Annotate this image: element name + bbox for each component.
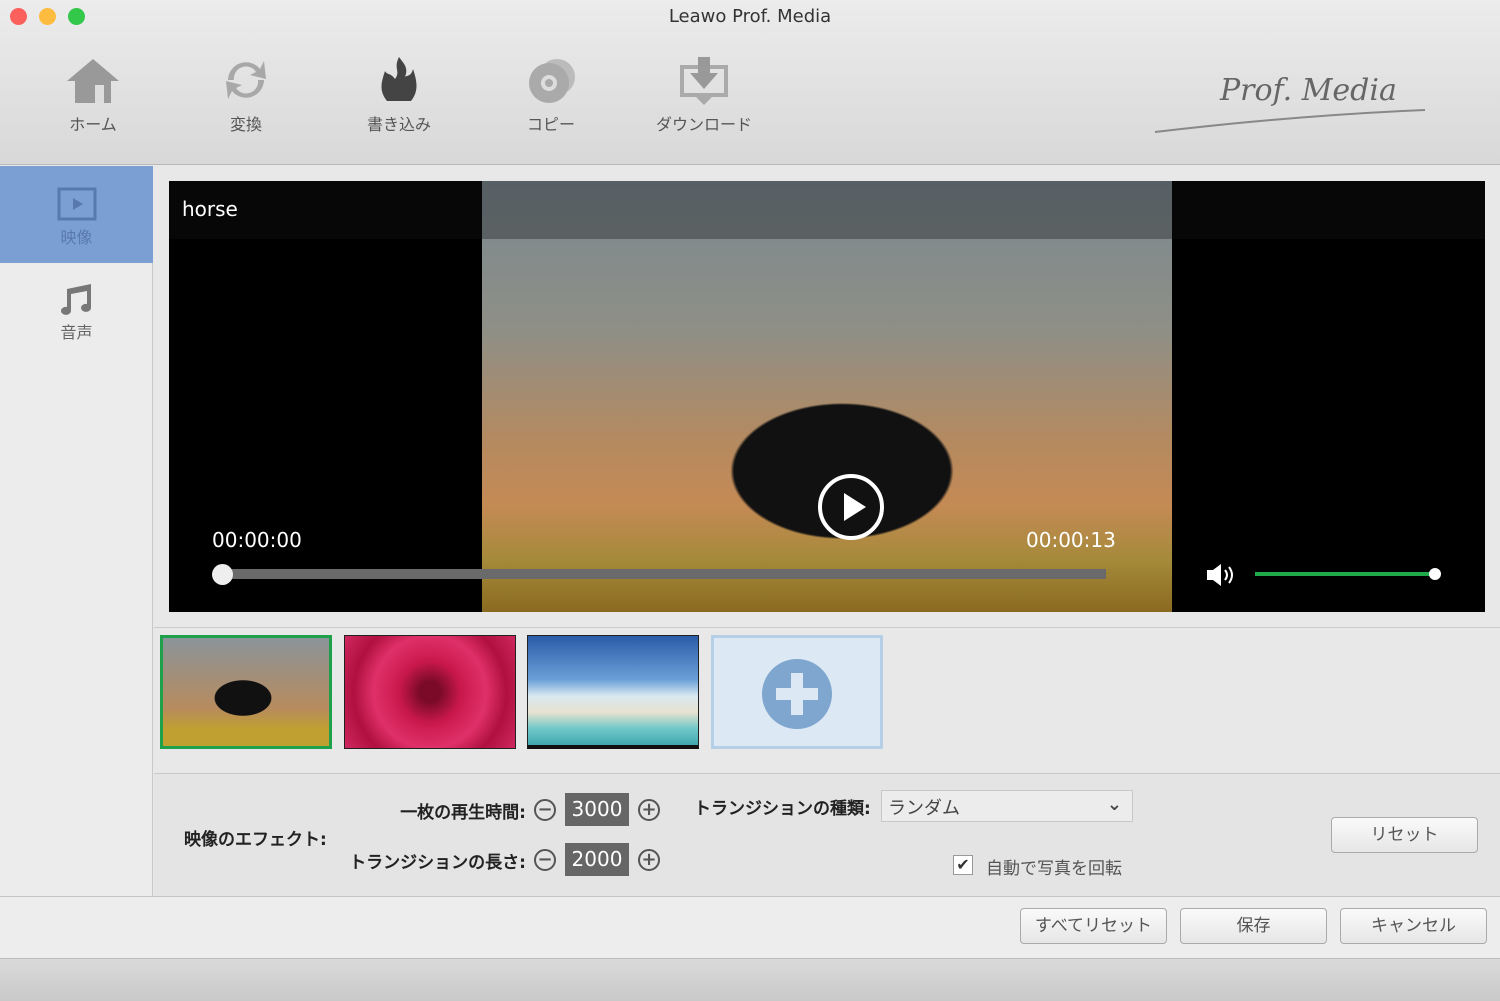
duration-increase-button[interactable]: + — [638, 799, 660, 821]
duration-label: 一枚の再生時間: — [400, 803, 526, 823]
app-logo: Prof. Media — [1150, 60, 1430, 140]
cancel-button[interactable]: キャンセル — [1340, 908, 1487, 944]
sidebar-label: 映像 — [60, 228, 93, 247]
download-icon — [680, 57, 728, 105]
progress-bar[interactable] — [223, 569, 1106, 579]
transition-length-decrease-button[interactable]: − — [534, 849, 556, 871]
thumbnail-beach[interactable] — [527, 635, 699, 749]
progress-handle[interactable] — [212, 564, 233, 585]
play-icon — [844, 493, 866, 521]
transition-type-label: トランジションの種類: — [694, 799, 871, 819]
toolbar-label: 変換 — [229, 115, 262, 134]
film-icon — [57, 187, 96, 221]
thumbnail-horse[interactable] — [160, 635, 332, 749]
transition-length-increase-button[interactable]: + — [638, 849, 660, 871]
convert-icon — [226, 61, 266, 99]
toolbar-copy[interactable]: コピー — [491, 55, 611, 135]
total-time: 00:00:13 — [1026, 528, 1116, 552]
status-bar — [0, 958, 1500, 1001]
flame-icon — [381, 57, 417, 101]
reset-button[interactable]: リセット — [1331, 817, 1478, 853]
sidebar-item-audio[interactable]: 音声 — [0, 263, 153, 360]
toolbar-label: ホーム — [69, 115, 117, 134]
plus-icon — [762, 659, 832, 729]
save-button[interactable]: 保存 — [1180, 908, 1327, 944]
volume-slider[interactable] — [1255, 572, 1435, 576]
sidebar-item-video[interactable]: 映像 — [0, 166, 153, 263]
toolbar-convert[interactable]: 変換 — [186, 55, 306, 135]
toolbar-label: コピー — [526, 115, 575, 134]
duration-input[interactable]: 3000 — [565, 793, 629, 826]
chevron-down-icon: ⌄ — [1106, 794, 1122, 815]
effects-panel: 映像のエフェクト: 一枚の再生時間: − 3000 + トランジションの長さ: … — [154, 773, 1500, 896]
auto-rotate-label: 自動で写真を回転 — [986, 859, 1122, 879]
toolbar-burn[interactable]: 書き込み — [339, 55, 459, 135]
music-note-icon — [60, 284, 91, 315]
thumbnail-rose[interactable] — [344, 635, 516, 749]
current-time: 00:00:00 — [212, 528, 302, 552]
window-title: Leawo Prof. Media — [668, 6, 832, 27]
add-media-button[interactable] — [711, 635, 883, 749]
home-icon — [67, 59, 119, 103]
toolbar-label: 書き込み — [366, 115, 431, 134]
reset-all-button[interactable]: すべてリセット — [1020, 908, 1167, 944]
effects-label: 映像のエフェクト: — [184, 830, 327, 850]
toolbar-label: ダウンロード — [655, 115, 752, 134]
volume-handle[interactable] — [1429, 568, 1441, 580]
footer-bar: すべてリセット 保存 キャンセル — [0, 896, 1500, 958]
play-button[interactable] — [818, 474, 884, 540]
video-title: horse — [182, 197, 238, 221]
sidebar-label: 音声 — [60, 323, 93, 342]
svg-text:Prof. Media: Prof. Media — [1219, 73, 1397, 108]
transition-length-label: トランジションの長さ: — [349, 853, 526, 873]
toolbar-download[interactable]: ダウンロード — [644, 55, 764, 135]
sidebar: 映像 音声 — [0, 166, 153, 896]
duration-decrease-button[interactable]: − — [534, 799, 556, 821]
transition-length-input[interactable]: 2000 — [565, 843, 629, 876]
volume-icon[interactable] — [1205, 562, 1241, 588]
video-player[interactable]: horse 00:00:00 00:00:13 — [169, 181, 1485, 612]
disc-copy-icon — [529, 59, 575, 103]
transition-type-select[interactable]: ランダム ⌄ — [881, 790, 1133, 822]
auto-rotate-checkbox[interactable]: ✔ — [953, 855, 973, 875]
toolbar-home[interactable]: ホーム — [33, 55, 153, 135]
title-bar: Leawo Prof. Media ホーム 変換 書き込み コピー ダウンロード… — [0, 0, 1500, 165]
transition-type-value: ランダム — [888, 798, 960, 819]
